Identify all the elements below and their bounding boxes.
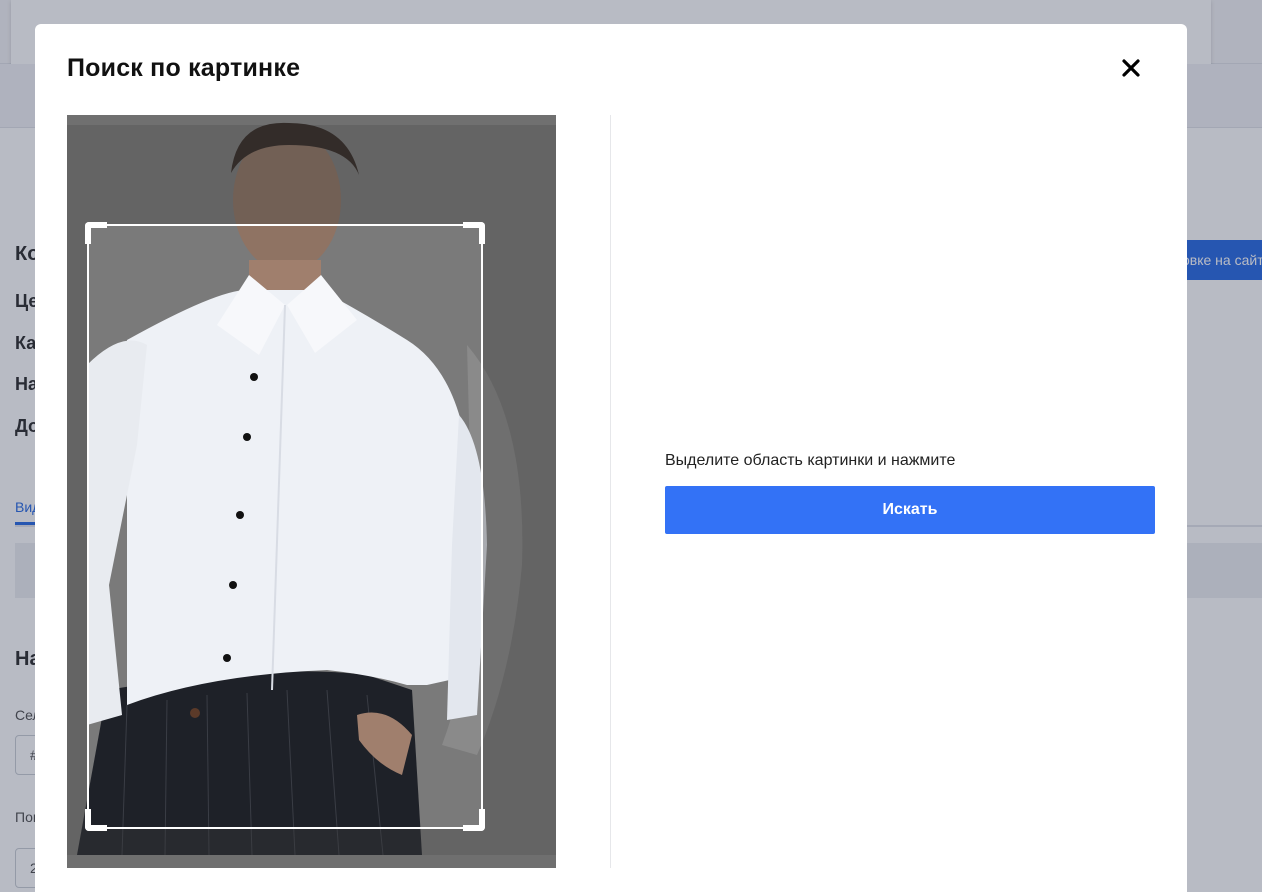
search-button[interactable]: Искать — [665, 486, 1155, 534]
close-icon — [1122, 59, 1140, 77]
instruction-text: Выделите область картинки и нажмите — [665, 452, 956, 469]
crop-handle-top-right[interactable] — [463, 222, 485, 244]
modal-title: Поиск по картинке — [67, 54, 301, 82]
crop-handle-bottom-left[interactable] — [85, 809, 107, 831]
crop-handle-bottom-right[interactable] — [463, 809, 485, 831]
image-preview[interactable] — [67, 115, 556, 868]
close-button[interactable] — [1117, 54, 1145, 82]
panel-divider — [610, 115, 611, 868]
crop-handle-top-left[interactable] — [85, 222, 107, 244]
crop-selection[interactable] — [85, 222, 485, 831]
image-search-modal: Поиск по картинке Выделите область карти… — [35, 24, 1187, 892]
